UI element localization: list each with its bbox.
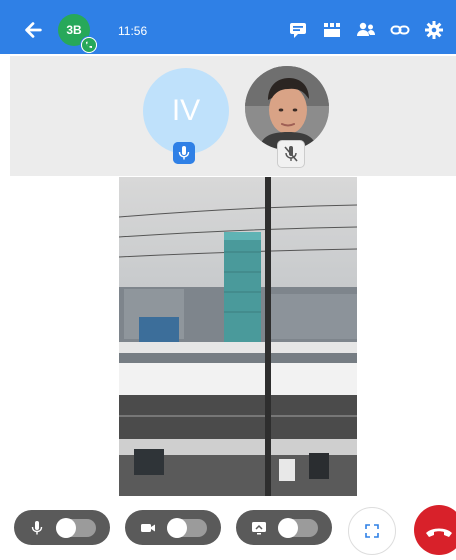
grid-view-icon[interactable] [322,20,342,40]
microphone-switch[interactable] [56,518,96,538]
phone-hangup-icon [426,528,452,537]
street-scene-video [119,177,357,496]
switch-knob [56,518,76,538]
contact-initials: 3B [66,23,82,37]
switch-knob [278,518,298,538]
screen-share-toggle-pill[interactable] [236,510,332,545]
hang-up-button[interactable] [414,505,456,555]
person-photo-icon [245,66,329,150]
camera-switch[interactable] [167,518,207,538]
participant-initials: IV [171,94,201,127]
call-time: 11:56 [118,24,148,38]
participants-icon[interactable] [356,20,376,40]
back-arrow-icon[interactable] [22,19,44,41]
fullscreen-icon [365,524,379,538]
active-call-icon [80,36,98,54]
chat-icon[interactable] [288,20,308,40]
screen-share-icon [252,522,266,535]
switch-knob [167,518,187,538]
camera-toggle-pill[interactable] [125,510,221,545]
top-bar: 3B 11:56 [0,0,456,54]
participants-strip [10,56,456,176]
remote-video-feed [119,177,357,496]
microphone-icon [31,521,43,535]
participant-photo-avatar[interactable] [245,66,329,150]
screen-share-switch[interactable] [278,518,318,538]
microphone-toggle-pill[interactable] [14,510,110,545]
link-icon[interactable] [390,20,410,40]
video-camera-icon [141,524,155,532]
header-actions [288,20,444,40]
microphone-icon [173,142,195,164]
fullscreen-button[interactable] [348,507,396,555]
microphone-muted-icon [277,140,305,168]
settings-gear-icon[interactable] [424,20,444,40]
